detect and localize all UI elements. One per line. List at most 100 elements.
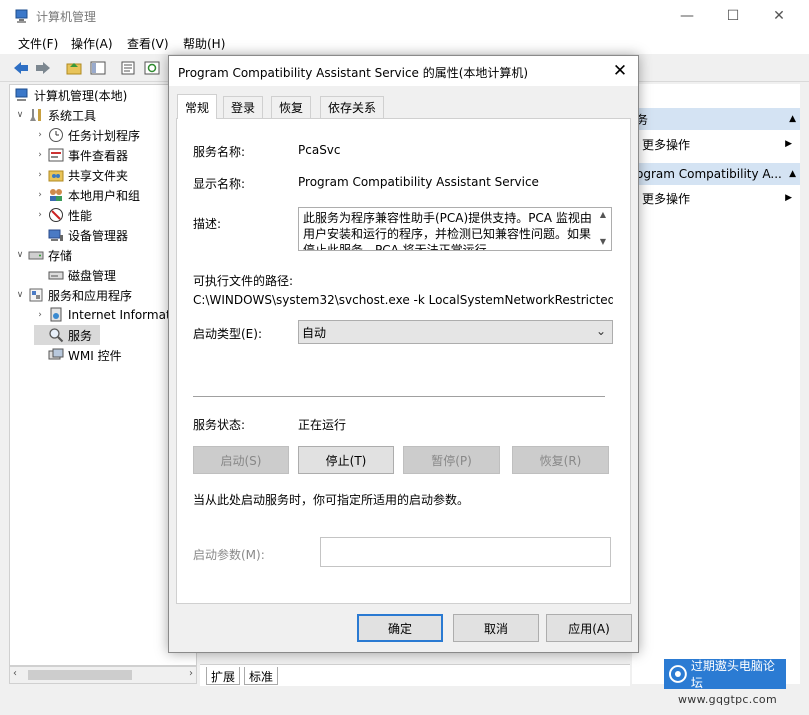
- tree-item-services-apps[interactable]: ∨ 服务和应用程序: [14, 285, 132, 305]
- tab-logon[interactable]: 登录: [223, 96, 264, 118]
- chevron-right-icon[interactable]: ›: [34, 310, 46, 320]
- performance-icon: [48, 207, 64, 223]
- description-textbox[interactable]: 此服务为程序兼容性助手(PCA)提供支持。PCA 监视由用户安装和运行的程序，并…: [298, 207, 612, 251]
- close-window-button[interactable]: ✕: [756, 0, 802, 32]
- users-icon: [48, 187, 64, 203]
- chevron-right-icon[interactable]: ›: [34, 190, 46, 200]
- tree-item-device-manager[interactable]: 设备管理器: [34, 225, 128, 245]
- window-title: 计算机管理: [36, 10, 97, 24]
- tree-item-services[interactable]: 服务: [34, 325, 100, 345]
- pause-button[interactable]: 暂停(P): [403, 446, 500, 474]
- forward-arrow-icon[interactable]: [33, 58, 53, 78]
- tree-item-shared-folders[interactable]: › 共享文件夹: [34, 165, 128, 185]
- startup-type-label: 启动类型(E):: [193, 327, 262, 341]
- more-actions-1[interactable]: 更多操作 ▶: [642, 134, 792, 154]
- refresh-icon[interactable]: [142, 58, 162, 78]
- collapse-up-icon[interactable]: ▲: [789, 114, 796, 124]
- menu-help[interactable]: 帮助(H): [183, 35, 225, 52]
- display-name-value: Program Compatibility Assistant Service: [298, 175, 539, 189]
- tab-standard[interactable]: 标准: [244, 667, 279, 685]
- tab-extended[interactable]: 扩展: [206, 667, 241, 685]
- more-actions-2[interactable]: 更多操作 ▶: [642, 188, 792, 208]
- tree-item-local-users[interactable]: › 本地用户和组: [34, 185, 140, 205]
- storage-icon: [28, 247, 44, 263]
- collapse-up-icon[interactable]: ▲: [789, 169, 796, 179]
- ok-button[interactable]: 确定: [357, 614, 443, 642]
- tree-item-event-viewer[interactable]: › 事件查看器: [34, 145, 128, 165]
- submenu-arrow-icon: ▶: [785, 193, 792, 203]
- computer-management-icon: [14, 8, 30, 24]
- menu-bar: 文件(F) 操作(A) 查看(V) 帮助(H): [0, 32, 809, 54]
- tree-item-disk-management[interactable]: 磁盘管理: [34, 265, 116, 285]
- properties-icon[interactable]: [118, 58, 138, 78]
- chevron-down-icon[interactable]: ∨: [14, 110, 26, 120]
- close-icon[interactable]: ✕: [608, 59, 632, 83]
- clock-icon: [48, 127, 64, 143]
- startup-type-select[interactable]: 自动 ⌄: [298, 320, 613, 344]
- actions-header-pca[interactable]: ogram Compatibility A... ▲: [632, 163, 800, 185]
- startup-params-label: 启动参数(M):: [193, 548, 265, 562]
- description-scrollbar[interactable]: ▲ ▼: [595, 208, 611, 250]
- tree-item-performance[interactable]: › 性能: [34, 205, 92, 225]
- chevron-right-icon[interactable]: ›: [34, 170, 46, 180]
- forum-logo-icon: [668, 665, 687, 683]
- startup-params-hint: 当从此处启动服务时，你可指定所适用的启动参数。: [193, 493, 470, 507]
- resume-button[interactable]: 恢复(R): [512, 446, 609, 474]
- back-arrow-icon[interactable]: [11, 58, 31, 78]
- menu-view[interactable]: 查看(V): [127, 35, 169, 52]
- chevron-right-icon[interactable]: ›: [34, 150, 46, 160]
- scroll-right-icon[interactable]: ›: [189, 668, 193, 679]
- scroll-left-icon[interactable]: ‹: [13, 668, 17, 679]
- up-folder-icon[interactable]: [64, 58, 84, 78]
- chevron-down-icon[interactable]: ∨: [14, 290, 26, 300]
- apply-button[interactable]: 应用(A): [546, 614, 632, 642]
- menu-file[interactable]: 文件(F): [18, 35, 58, 52]
- scroll-down-icon[interactable]: ▼: [595, 237, 611, 246]
- description-text: 此服务为程序兼容性助手(PCA)提供支持。PCA 监视由用户安装和运行的程序，并…: [303, 211, 592, 251]
- tree-item-wmi[interactable]: WMI 控件: [34, 345, 122, 365]
- actions-header-services[interactable]: 务 ▲: [632, 108, 800, 130]
- maximize-button[interactable]: ☐: [710, 0, 756, 32]
- startup-params-input[interactable]: [320, 537, 611, 567]
- cancel-button[interactable]: 取消: [453, 614, 539, 642]
- tab-recovery[interactable]: 恢复: [271, 96, 312, 118]
- stop-button[interactable]: 停止(T): [298, 446, 394, 474]
- tab-dependencies[interactable]: 依存关系: [320, 96, 385, 118]
- shared-folder-icon: [48, 167, 64, 183]
- start-button[interactable]: 启动(S): [193, 446, 289, 474]
- service-properties-dialog: Program Compatibility Assistant Service …: [168, 55, 639, 653]
- chevron-right-icon[interactable]: ›: [34, 130, 46, 140]
- display-name-label: 显示名称:: [193, 177, 246, 191]
- service-status-label: 服务状态:: [193, 418, 246, 432]
- service-status-value: 正在运行: [298, 418, 347, 432]
- tab-general[interactable]: 常规: [177, 94, 218, 119]
- tree-item-storage[interactable]: ∨ 存储: [14, 245, 72, 265]
- scrollbar-thumb[interactable]: [28, 670, 132, 680]
- device-manager-icon: [48, 227, 64, 243]
- service-name-label: 服务名称:: [193, 145, 246, 159]
- show-hide-tree-icon[interactable]: [88, 58, 108, 78]
- service-name-value: PcaSvc: [298, 143, 341, 157]
- dialog-title-bar: Program Compatibility Assistant Service …: [169, 56, 638, 86]
- chevron-down-icon[interactable]: ∨: [14, 250, 26, 260]
- scroll-up-icon[interactable]: ▲: [595, 210, 611, 219]
- disk-icon: [48, 267, 64, 283]
- tree-item-task-scheduler[interactable]: › 任务计划程序: [34, 125, 140, 145]
- exe-path-value[interactable]: C:\WINDOWS\system32\svchost.exe -k Local…: [193, 293, 613, 307]
- submenu-arrow-icon: ▶: [785, 139, 792, 149]
- services-search-icon: [48, 327, 64, 343]
- minimize-button[interactable]: —: [664, 0, 710, 32]
- watermark-url: www.gqgtpc.com: [678, 693, 777, 706]
- menu-action[interactable]: 操作(A): [71, 35, 113, 52]
- description-label: 描述:: [193, 217, 222, 231]
- tree-item-system-tools[interactable]: ∨ 系统工具: [14, 105, 96, 125]
- tree-horizontal-scrollbar[interactable]: ‹ ›: [9, 666, 197, 684]
- tree-item-iis[interactable]: › Internet Informat: [34, 305, 171, 325]
- tree-item-root[interactable]: 计算机管理(本地): [12, 85, 127, 105]
- general-tab-panel: 服务名称: PcaSvc 显示名称: Program Compatibility…: [176, 118, 631, 604]
- exe-path-label: 可执行文件的路径:: [193, 274, 294, 288]
- event-viewer-icon: [48, 147, 64, 163]
- watermark-text: 过期遨头电脑论坛: [690, 659, 775, 690]
- view-tabs: 扩展 标准: [200, 664, 630, 686]
- chevron-right-icon[interactable]: ›: [34, 210, 46, 220]
